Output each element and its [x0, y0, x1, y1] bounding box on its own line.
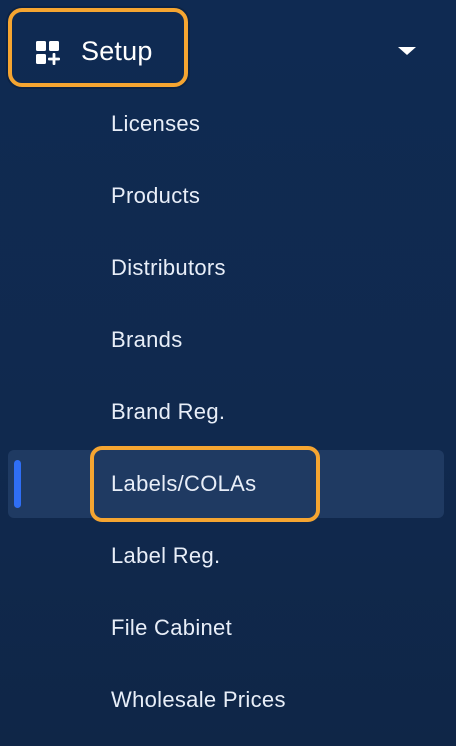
active-indicator [14, 460, 21, 508]
menu-item-label: Products [111, 183, 201, 208]
menu-item-licenses[interactable]: Licenses [0, 88, 456, 160]
chevron-down-icon[interactable] [398, 47, 416, 55]
menu-item-label: Distributors [111, 255, 226, 280]
menu-item-label: Labels/COLAs [111, 471, 257, 496]
menu-item-labels-colas[interactable]: Labels/COLAs [0, 446, 456, 522]
setup-title: Setup [81, 36, 153, 66]
menu-item-label-reg[interactable]: Label Reg. [0, 520, 456, 592]
menu-item-label: Licenses [111, 111, 201, 136]
menu-item-wholesale-prices[interactable]: Wholesale Prices [0, 664, 456, 736]
menu-item-products[interactable]: Products [0, 160, 456, 232]
menu-item-distributors[interactable]: Distributors [0, 232, 456, 304]
menu-item-label: Label Reg. [111, 543, 221, 568]
menu-item-label: Brands [111, 327, 183, 352]
menu-item-label: File Cabinet [111, 615, 232, 640]
menu-item-file-cabinet[interactable]: File Cabinet [0, 592, 456, 664]
menu-item-label: Wholesale Prices [111, 687, 286, 712]
menu-item-brands[interactable]: Brands [0, 304, 456, 376]
menu-item-label: Brand Reg. [111, 399, 226, 424]
dashboard-add-icon [36, 41, 60, 65]
menu-item-brand-reg[interactable]: Brand Reg. [0, 376, 456, 448]
